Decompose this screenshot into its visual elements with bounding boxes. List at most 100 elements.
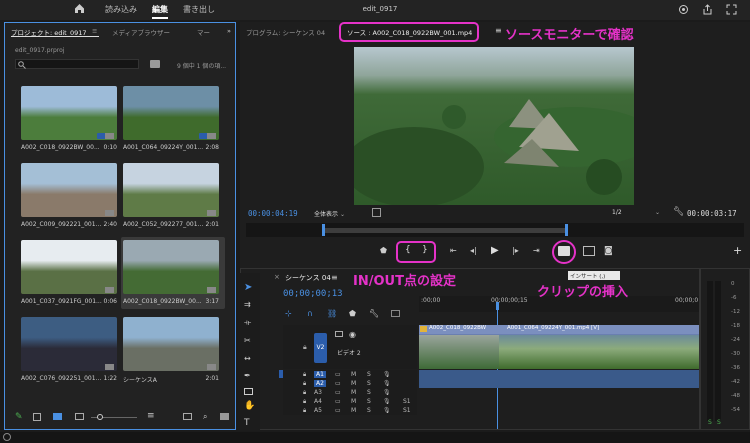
media-item[interactable]: A002_C018_0922BW_00... 3:17 — [121, 237, 225, 309]
tab-export[interactable]: 書き出し — [183, 4, 215, 15]
mic-icon[interactable]: 🎙︎ — [383, 398, 391, 405]
find-icon[interactable]: ⌕ — [203, 412, 207, 422]
sync-lock-icon[interactable]: ▭ — [335, 389, 341, 396]
mark-in-icon[interactable]: { — [405, 245, 411, 255]
tab-import[interactable]: 読み込み — [105, 4, 137, 15]
sync-lock-icon[interactable]: ▭ — [335, 398, 341, 405]
lock-icon[interactable]: 🔒︎ — [303, 389, 306, 397]
track-target-audio[interactable]: A1 — [314, 371, 326, 378]
overflow-icon[interactable]: » — [227, 27, 231, 35]
solo-toggle[interactable]: S — [367, 371, 371, 378]
resolution-select[interactable]: 1/2 ⌄ — [612, 209, 660, 219]
fullscreen-icon[interactable] — [726, 4, 737, 17]
add-button-icon[interactable]: + — [733, 244, 742, 257]
pencil-icon[interactable]: ✎ — [15, 412, 23, 422]
media-item[interactable]: A002_C018_0922BW_00... 0:10 — [19, 83, 119, 155]
freeform-view-icon[interactable] — [75, 413, 84, 420]
export-frame-icon[interactable]: ◙ — [604, 246, 613, 256]
new-bin-icon[interactable] — [150, 60, 160, 68]
track-target-audio[interactable]: A4 — [314, 398, 322, 405]
mark-out-icon[interactable]: } — [422, 245, 428, 255]
sort-icon[interactable]: ≡ — [147, 411, 155, 421]
wrench-icon[interactable]: 🔧︎ — [673, 207, 684, 217]
go-to-in-icon[interactable]: ⇤ — [450, 246, 457, 255]
solo-toggle[interactable]: S — [367, 380, 371, 387]
track-target-audio[interactable]: A3 — [314, 389, 322, 396]
rectangle-tool-icon[interactable] — [244, 388, 253, 395]
nest-icon[interactable]: ⊹ — [285, 309, 292, 318]
lock-icon[interactable]: 🔒︎ — [303, 343, 307, 352]
sync-lock-icon[interactable]: ▭ — [335, 380, 341, 387]
type-tool-icon[interactable]: T — [244, 418, 250, 428]
source-time-ruler[interactable] — [246, 223, 744, 237]
icon-view-icon[interactable] — [53, 413, 62, 420]
source-playhead[interactable] — [322, 224, 325, 236]
hand-icon[interactable]: ✋ — [244, 401, 255, 411]
tab-edit[interactable]: 編集 — [152, 4, 168, 19]
close-icon[interactable]: × — [274, 273, 280, 281]
sync-lock-icon[interactable]: ▭ — [335, 407, 341, 414]
mute-toggle[interactable]: M — [351, 407, 356, 414]
mic-icon[interactable]: 🎙︎ — [383, 380, 391, 387]
mute-toggle[interactable]: M — [351, 380, 356, 387]
lock-icon[interactable]: 🔒︎ — [303, 407, 306, 415]
zoom-handle[interactable] — [97, 414, 103, 420]
lock-icon[interactable]: 🔒︎ — [303, 380, 306, 388]
list-view-icon[interactable] — [33, 413, 41, 421]
mic-icon[interactable]: 🎙︎ — [383, 371, 391, 378]
eye-icon[interactable]: ◉ — [349, 330, 356, 339]
captions-icon[interactable] — [391, 310, 400, 317]
solo-toggle[interactable]: S — [367, 398, 371, 405]
home-icon[interactable] — [74, 3, 85, 17]
add-marker-icon[interactable]: ⬟ — [349, 309, 356, 318]
media-item[interactable]: シーケンスA 2:01 — [121, 314, 225, 386]
step-back-icon[interactable]: ◂| — [470, 246, 477, 255]
tab-source[interactable]: ソース : A002_C018_0922BW_001.mp4 — [347, 27, 472, 37]
new-item-icon[interactable] — [220, 413, 229, 420]
track-select-icon[interactable]: ⇉ — [244, 300, 251, 309]
overwrite-icon[interactable] — [583, 246, 595, 256]
broadcast-icon[interactable] — [678, 4, 689, 17]
track-target-audio[interactable]: A5 — [314, 407, 322, 414]
media-item[interactable]: A001_C064_09224Y_001... 2:08 — [121, 83, 225, 155]
lock-icon[interactable]: 🔒︎ — [303, 398, 306, 406]
timeline-timecode[interactable]: 00;00;00;13 — [283, 289, 343, 299]
automate-icon[interactable] — [183, 413, 192, 420]
media-item[interactable]: A001_C037_0921FG_001... 0:06 — [19, 237, 119, 309]
solo-toggle[interactable]: S — [367, 407, 371, 414]
tab-more[interactable]: マー — [197, 27, 210, 37]
mute-toggle[interactable]: M — [351, 371, 356, 378]
fit-select[interactable]: 全体表示 ⌄ — [314, 209, 368, 219]
solo-toggle[interactable]: S — [367, 389, 371, 396]
share-icon[interactable] — [702, 4, 713, 17]
go-to-out-icon[interactable]: ⇥ — [533, 246, 540, 255]
sync-lock-icon[interactable]: ▭ — [335, 371, 341, 378]
tab-media-browser[interactable]: メディアブラウザー — [112, 27, 170, 37]
settings-wrench-icon[interactable]: 🔧︎ — [369, 309, 379, 318]
mute-toggle[interactable]: M — [351, 398, 356, 405]
insert-icon[interactable] — [558, 246, 570, 256]
lock-icon[interactable]: 🔒︎ — [303, 371, 306, 379]
mic-icon[interactable]: 🎙︎ — [383, 389, 391, 396]
solo-right[interactable]: S — [717, 419, 721, 426]
mute-toggle[interactable]: M — [351, 389, 356, 396]
media-item[interactable]: A002_C076_092251_001... 1:22 — [19, 314, 119, 386]
pen-icon[interactable]: ✒ — [244, 371, 251, 380]
ripple-edit-icon[interactable]: ⟛ — [244, 318, 251, 328]
media-item[interactable]: A002_C009_092221_001... 2:40 — [19, 160, 119, 232]
source-menu-icon[interactable]: ≡ — [495, 26, 502, 35]
snap-icon[interactable]: ∩ — [307, 309, 313, 318]
source-timecode[interactable]: 00:00:04:19 — [248, 209, 298, 218]
tab-sequence[interactable]: シーケンス 04 — [285, 273, 331, 283]
mic-icon[interactable]: 🎙︎ — [383, 407, 391, 414]
marker-icon[interactable]: ⬟ — [380, 246, 387, 255]
razor-icon[interactable]: ✂ — [244, 336, 251, 345]
menu-icon[interactable]: ≡ — [92, 27, 97, 35]
play-icon[interactable]: ▶ — [491, 245, 499, 256]
sync-lock-icon[interactable] — [335, 331, 343, 337]
track-target-audio[interactable]: A2 — [314, 380, 326, 387]
track-target-v2[interactable]: V2 — [314, 333, 327, 363]
solo-left[interactable]: S — [708, 419, 712, 426]
out-marker[interactable] — [565, 224, 568, 236]
slip-icon[interactable]: ↔ — [244, 354, 251, 363]
